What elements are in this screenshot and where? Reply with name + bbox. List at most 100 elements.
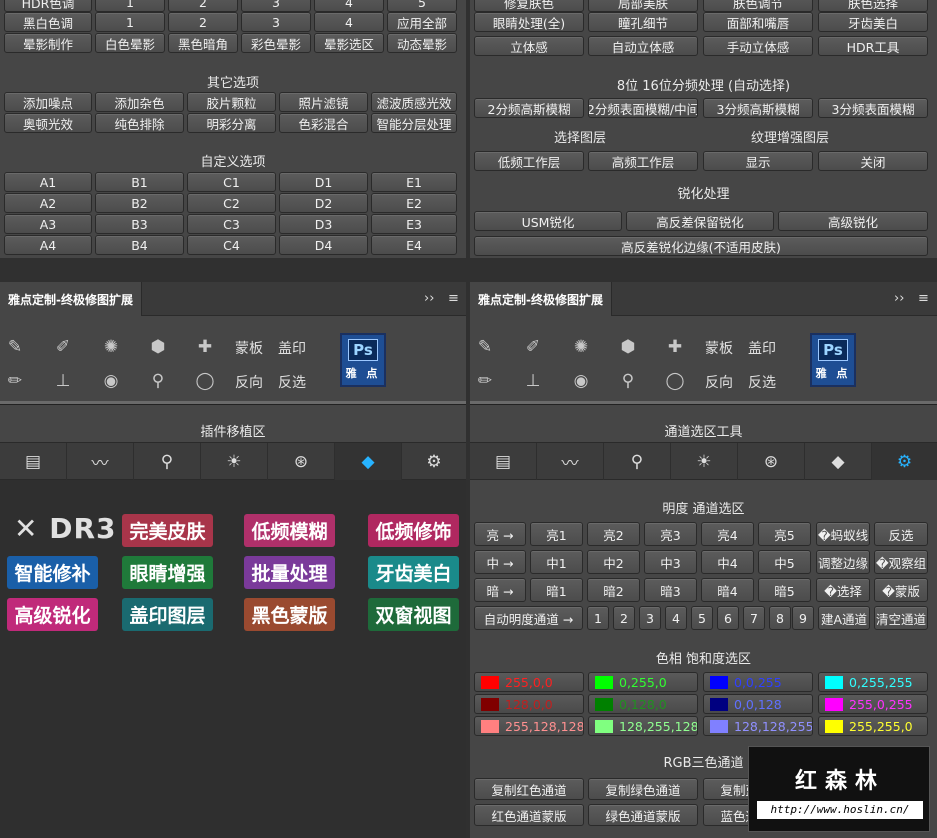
smart-patch-button[interactable]: 智能修补 bbox=[7, 556, 98, 589]
build-a-channel-button[interactable]: 建A通道 bbox=[818, 606, 870, 630]
teeth-white-button[interactable]: 牙齿美白 bbox=[818, 12, 928, 32]
usm-sharpen-button[interactable]: USM锐化 bbox=[474, 211, 622, 231]
lum-dark-3[interactable]: 暗3 bbox=[644, 578, 697, 602]
apply-all-button[interactable]: 应用全部 bbox=[387, 12, 457, 32]
film-grain-button[interactable]: 胶片颗粒 bbox=[187, 92, 276, 112]
num-7-button[interactable]: 7 bbox=[743, 606, 765, 630]
lum-invert-button[interactable]: 反选 bbox=[874, 522, 928, 546]
photo-filter-button[interactable]: 照片滤镜 bbox=[279, 92, 368, 112]
doc-icon[interactable]: ▤ bbox=[0, 443, 67, 480]
freq-3-gauss-button[interactable]: 3分频高斯模糊 bbox=[703, 98, 813, 118]
settings-icon[interactable]: ⚙ bbox=[402, 443, 466, 480]
copy-red-channel-button[interactable]: 复制红色通道 bbox=[474, 778, 584, 800]
auto-dimension-button[interactable]: 自动立体感 bbox=[588, 36, 698, 56]
freq-2-gauss-button[interactable]: 2分频高斯模糊 bbox=[474, 98, 584, 118]
patch-icon[interactable]: ⬢ bbox=[617, 336, 639, 358]
rgb-circles-icon[interactable]: ⊛ bbox=[268, 443, 335, 480]
bw-4-button[interactable]: 4 bbox=[314, 12, 384, 32]
eye-tool-icon[interactable]: ◉ bbox=[570, 370, 592, 392]
num-3-button[interactable]: 3 bbox=[639, 606, 661, 630]
orton-effect-button[interactable]: 奥顿光效 bbox=[4, 113, 92, 133]
hdr-5-button[interactable]: 5 bbox=[387, 0, 457, 12]
custom-d3[interactable]: D3 bbox=[279, 214, 368, 234]
hdr-4-button[interactable]: 4 bbox=[314, 0, 384, 12]
custom-e2[interactable]: E2 bbox=[371, 193, 457, 213]
spot-heal-icon[interactable]: ✺ bbox=[570, 336, 592, 358]
custom-c2[interactable]: C2 bbox=[187, 193, 276, 213]
select-button[interactable]: �选择 bbox=[816, 578, 870, 602]
color-mix-button[interactable]: 色彩混合 bbox=[279, 113, 368, 133]
manual-dimension-button[interactable]: 手动立体感 bbox=[703, 36, 813, 56]
num-4-button[interactable]: 4 bbox=[665, 606, 687, 630]
color-select-button[interactable]: 255,128,128 bbox=[474, 716, 584, 736]
panel-tab[interactable]: 雅点定制-终极修图扩展 bbox=[0, 282, 142, 316]
diamond-icon[interactable]: ◆ bbox=[335, 443, 402, 480]
clear-channels-button[interactable]: 清空通道 bbox=[874, 606, 928, 630]
stamp-icon[interactable]: ⊥ bbox=[52, 370, 74, 392]
mixer-brush-icon[interactable]: ✐ bbox=[522, 336, 544, 358]
lum-dark-5[interactable]: 暗5 bbox=[758, 578, 811, 602]
vignette-make-button[interactable]: 晕影制作 bbox=[4, 33, 92, 53]
custom-d1[interactable]: D1 bbox=[279, 172, 368, 192]
num-6-button[interactable]: 6 bbox=[717, 606, 739, 630]
green-channel-mask-button[interactable]: 绿色通道蒙版 bbox=[588, 804, 698, 826]
pulse-icon[interactable]: 〰 bbox=[67, 443, 134, 480]
low-freq-blur-button[interactable]: 低频模糊 bbox=[244, 514, 335, 547]
smart-layer-button[interactable]: 智能分层处理 bbox=[371, 113, 457, 133]
mask-button[interactable]: 蒙板 bbox=[705, 338, 733, 358]
diamond-icon[interactable]: ◆ bbox=[805, 443, 872, 480]
custom-a3[interactable]: A3 bbox=[4, 214, 92, 234]
num-2-button[interactable]: 2 bbox=[613, 606, 635, 630]
search-icon[interactable]: ⚲ bbox=[134, 443, 201, 480]
bw-tone-button[interactable]: 黑白色调 bbox=[4, 12, 92, 32]
brush-icon[interactable]: ✎ bbox=[474, 336, 496, 358]
lum-dark-arrow[interactable]: 暗 → bbox=[474, 578, 526, 602]
bandage-icon[interactable]: ✚ bbox=[194, 336, 216, 358]
low-freq-layer-button[interactable]: 低频工作层 bbox=[474, 151, 584, 171]
inverse-select-button[interactable]: 反选 bbox=[748, 372, 776, 392]
lum-light-3[interactable]: 亮3 bbox=[644, 522, 697, 546]
eye-process-button[interactable]: 眼睛处理(全) bbox=[474, 12, 584, 32]
stamp-icon[interactable]: ⊥ bbox=[522, 370, 544, 392]
lum-dark-2[interactable]: 暗2 bbox=[587, 578, 640, 602]
white-vignette-button[interactable]: 白色晕影 bbox=[95, 33, 165, 53]
lum-mid-1[interactable]: 中1 bbox=[530, 550, 583, 574]
stamp-layer-button[interactable]: 盖印图层 bbox=[122, 598, 213, 631]
menu-icon[interactable]: ≡ bbox=[918, 291, 929, 306]
auto-luminosity-button[interactable]: 自动明度通道 → bbox=[474, 606, 583, 630]
hdr-2-button[interactable]: 2 bbox=[168, 0, 238, 12]
custom-a2[interactable]: A2 bbox=[4, 193, 92, 213]
custom-c4[interactable]: C4 bbox=[187, 235, 276, 255]
lum-light-4[interactable]: 亮4 bbox=[701, 522, 754, 546]
mask-button[interactable]: 蒙板 bbox=[235, 338, 263, 358]
custom-e3[interactable]: E3 bbox=[371, 214, 457, 234]
mixer-brush-icon[interactable]: ✐ bbox=[52, 336, 74, 358]
menu-icon[interactable]: ≡ bbox=[448, 291, 459, 306]
highpass-edge-sharpen-button[interactable]: 高反差锐化边缘(不适用皮肤) bbox=[474, 236, 928, 256]
highpass-sharpen-button[interactable]: 高反差保留锐化 bbox=[626, 211, 774, 231]
rgb-circles-icon[interactable]: ⊛ bbox=[738, 443, 805, 480]
color-select-button[interactable]: 255,0,255 bbox=[818, 694, 928, 714]
collapse-icon[interactable]: ›› bbox=[424, 291, 434, 306]
perfect-skin-button[interactable]: 完美皮肤 bbox=[122, 514, 213, 547]
custom-d4[interactable]: D4 bbox=[279, 235, 368, 255]
bw-3-button[interactable]: 3 bbox=[241, 12, 311, 32]
lum-mid-3[interactable]: 中3 bbox=[644, 550, 697, 574]
observe-group-button[interactable]: �观察组 bbox=[874, 550, 928, 574]
bw-2-button[interactable]: 2 bbox=[168, 12, 238, 32]
color-select-button[interactable]: 0,0,128 bbox=[703, 694, 813, 714]
zoom-tool-icon[interactable]: ⚲ bbox=[617, 370, 639, 392]
lum-mid-2[interactable]: 中2 bbox=[587, 550, 640, 574]
custom-a4[interactable]: A4 bbox=[4, 235, 92, 255]
freq-2-surface-button[interactable]: 2分频表面模糊/中间 bbox=[588, 98, 698, 118]
freq-3-surface-button[interactable]: 3分频表面模糊 bbox=[818, 98, 928, 118]
invert-button[interactable]: 反向 bbox=[235, 372, 263, 392]
solid-exclude-button[interactable]: 纯色排除 bbox=[95, 113, 184, 133]
eye-enhance-button[interactable]: 眼睛增强 bbox=[122, 556, 213, 589]
black-vignette-button[interactable]: 黑色暗角 bbox=[168, 33, 238, 53]
hdr-tone-button[interactable]: HDR色调 bbox=[4, 0, 92, 12]
collapse-icon[interactable]: ›› bbox=[894, 291, 904, 306]
lum-light-1[interactable]: 亮1 bbox=[530, 522, 583, 546]
copy-green-channel-button[interactable]: 复制绿色通道 bbox=[588, 778, 698, 800]
color-select-button[interactable]: 0,128,0 bbox=[588, 694, 698, 714]
